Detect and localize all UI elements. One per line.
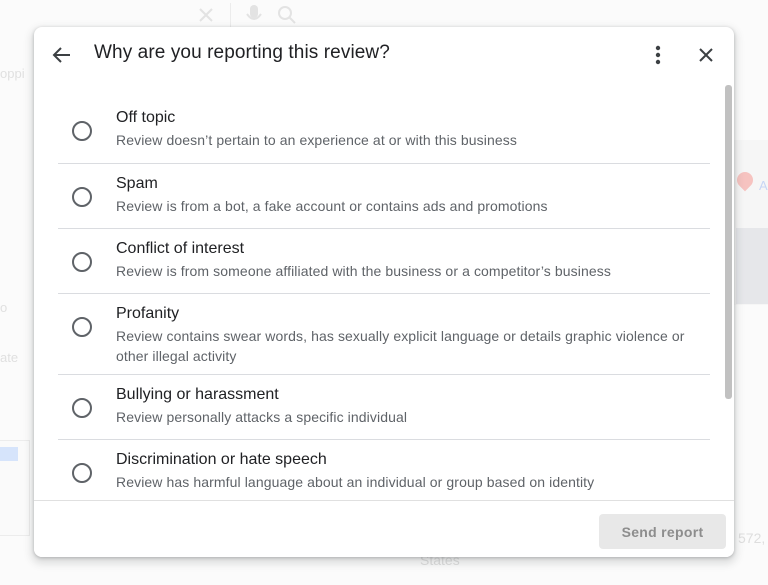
more-vert-icon xyxy=(655,45,661,65)
option-profanity[interactable]: Profanity Review contains swear words, h… xyxy=(58,294,710,375)
background-text: 572, xyxy=(738,530,766,546)
option-description: Review has harmful language about an ind… xyxy=(116,474,595,490)
background-text: ate xyxy=(0,350,19,365)
search-icon xyxy=(278,6,296,24)
dialog-header: Why are you reporting this review? xyxy=(34,27,734,83)
divider xyxy=(230,3,231,27)
option-conflict-of-interest[interactable]: Conflict of interest Review is from some… xyxy=(58,229,710,294)
option-description: Review is from a bot, a fake account or … xyxy=(116,198,548,214)
option-title: Profanity xyxy=(116,305,180,322)
option-title: Off topic xyxy=(116,109,176,126)
radio-button[interactable] xyxy=(72,187,92,207)
option-bullying-or-harassment[interactable]: Bullying or harassment Review personally… xyxy=(58,375,710,440)
option-title: Bullying or harassment xyxy=(116,386,279,403)
mic-icon xyxy=(246,5,262,20)
send-report-button[interactable]: Send report xyxy=(599,514,726,549)
option-discrimination-or-hate-speech[interactable]: Discrimination or hate speech Review has… xyxy=(58,440,710,499)
report-review-dialog: Why are you reporting this review? Off t… xyxy=(34,27,734,557)
close-icon xyxy=(699,48,713,62)
clear-icon xyxy=(199,8,213,22)
option-off-topic[interactable]: Off topic Review doesn’t pertain to an e… xyxy=(58,107,710,164)
option-title: Discrimination or hate speech xyxy=(116,451,327,468)
radio-button[interactable] xyxy=(72,252,92,272)
radio-button[interactable] xyxy=(72,398,92,418)
option-description: Review is from someone affiliated with t… xyxy=(116,263,611,279)
background-text: o xyxy=(0,300,8,315)
option-title: Spam xyxy=(116,175,158,192)
dialog-footer: Send report xyxy=(34,500,734,557)
option-description: Review personally attacks a specific ind… xyxy=(116,409,408,425)
reason-options-list: Off topic Review doesn’t pertain to an e… xyxy=(34,107,734,499)
background-search-icons xyxy=(196,0,297,30)
background-map xyxy=(734,140,768,305)
map-label: A xyxy=(759,178,768,193)
background-card xyxy=(0,440,30,536)
radio-button[interactable] xyxy=(72,121,92,141)
option-description: Review doesn’t pertain to an experience … xyxy=(116,132,517,148)
radio-button[interactable] xyxy=(72,317,92,337)
more-options-button[interactable] xyxy=(638,35,678,75)
back-button[interactable] xyxy=(42,35,82,75)
close-button[interactable] xyxy=(686,35,726,75)
dialog-title: Why are you reporting this review? xyxy=(94,42,390,63)
arrow-back-icon xyxy=(52,47,70,63)
background-text: oppi xyxy=(0,66,25,81)
option-description: Review contains swear words, has sexuall… xyxy=(116,328,685,364)
scrollbar-thumb[interactable] xyxy=(725,85,732,399)
option-title: Conflict of interest xyxy=(116,240,245,257)
radio-button[interactable] xyxy=(72,463,92,483)
option-spam[interactable]: Spam Review is from a bot, a fake accoun… xyxy=(58,164,710,229)
